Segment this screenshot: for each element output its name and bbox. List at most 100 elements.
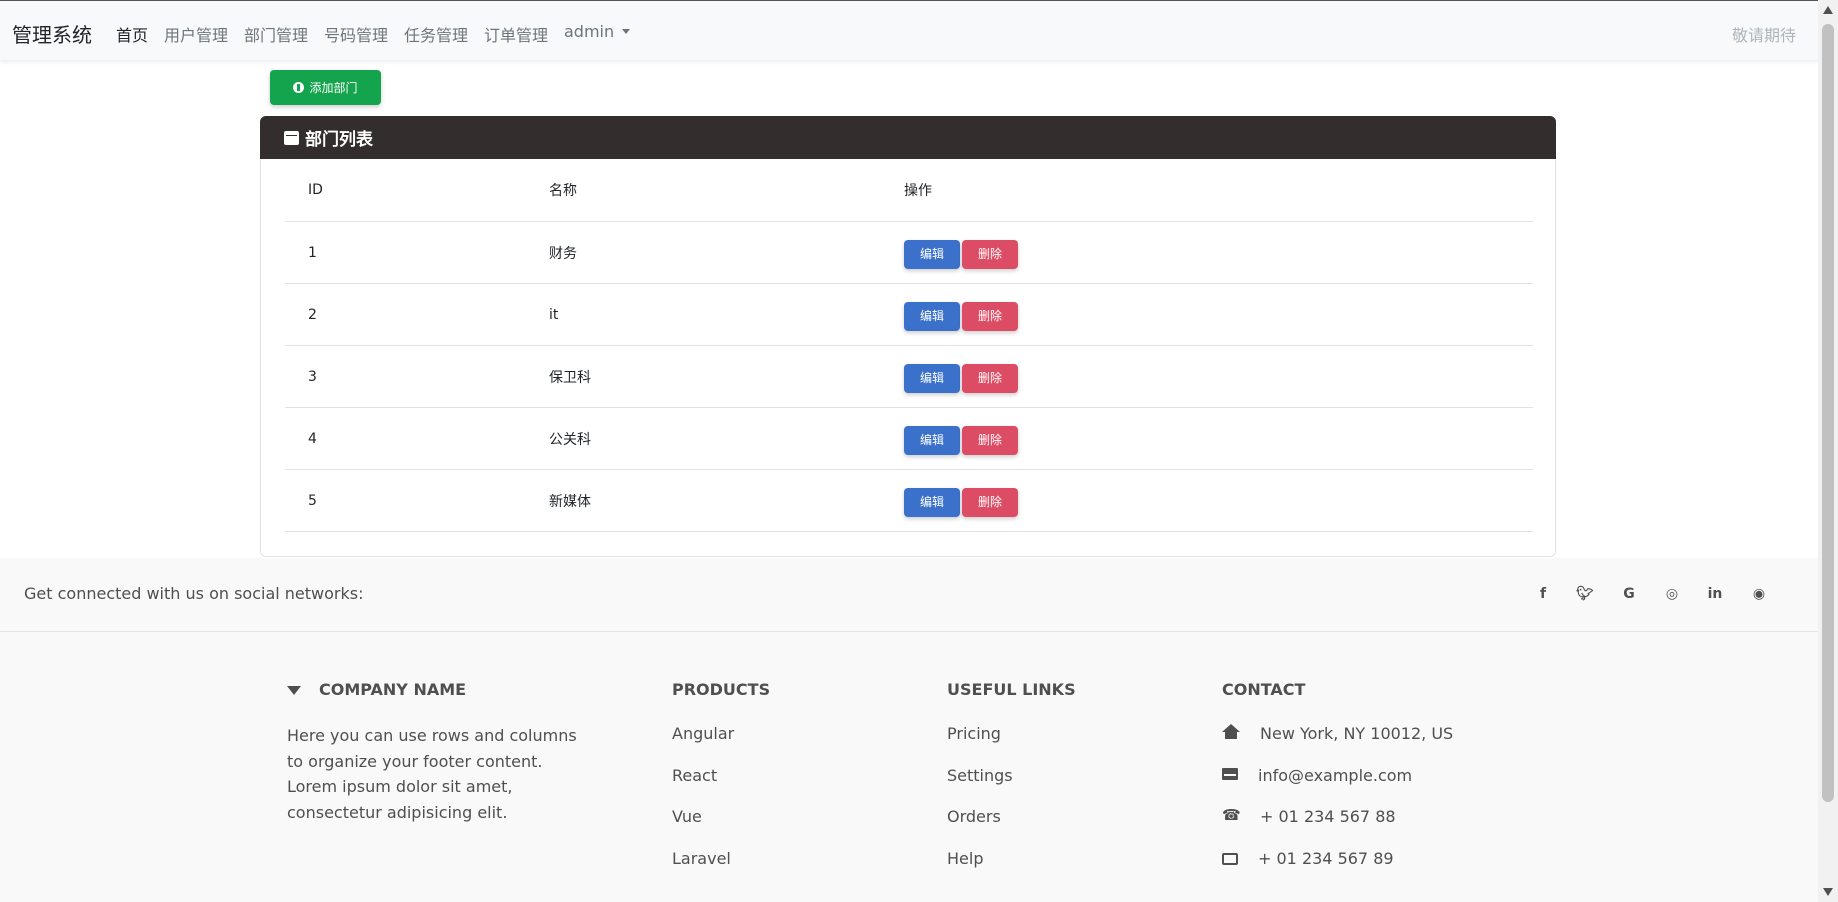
phone-icon: ☎︎ (1222, 806, 1241, 824)
row-name: 新媒体 (526, 469, 881, 532)
table-row: 2 it 编辑 删除 (285, 283, 1533, 346)
row-id: 3 (285, 345, 526, 408)
useful-links-list: Pricing Settings Orders Help (947, 724, 1076, 890)
nav-item-admin-dropdown[interactable]: admin (564, 22, 631, 41)
card-header: 部门列表 (260, 116, 1556, 159)
row-actions: 编辑 删除 (881, 345, 1533, 408)
twitter-icon[interactable]: 🐦︎ (1576, 585, 1594, 603)
column-header-id: ID (285, 159, 526, 222)
contact-phone: ☎︎ + 01 234 567 88 (1222, 807, 1453, 849)
column-header-actions: 操作 (881, 159, 1533, 222)
footer-link-pricing[interactable]: Pricing (947, 724, 1076, 766)
add-department-label: 添加部门 (309, 81, 358, 95)
row-name: 财务 (526, 221, 881, 284)
contact-address: New York, NY 10012, US (1222, 724, 1453, 766)
calendar-icon (284, 130, 299, 145)
products-links: Angular React Vue Laravel (672, 724, 770, 890)
delete-button[interactable]: 删除 (962, 302, 1018, 331)
brand-title[interactable]: 管理系统 (12, 19, 92, 48)
row-id: 4 (285, 407, 526, 470)
edit-button[interactable]: 编辑 (904, 364, 960, 393)
footer-link-help[interactable]: Help (947, 849, 1076, 891)
chevron-down-icon (622, 29, 631, 34)
edit-button[interactable]: 编辑 (904, 426, 960, 455)
contact-address-text: New York, NY 10012, US (1260, 724, 1454, 743)
facebook-icon[interactable]: f (1534, 585, 1552, 603)
scroll-down-arrow-icon[interactable] (1823, 888, 1833, 896)
print-icon (1222, 852, 1238, 865)
delete-button[interactable]: 删除 (962, 488, 1018, 517)
social-text: Get connected with us on social networks… (24, 584, 364, 603)
row-id: 1 (285, 221, 526, 284)
column-header-name: 名称 (526, 159, 881, 222)
info-circle-icon (293, 82, 305, 93)
footer-useful-links-column: Useful links Pricing Settings Orders Hel… (947, 680, 1076, 890)
table-row: 3 保卫科 编辑 删除 (285, 345, 1533, 408)
add-department-button[interactable]: 添加部门 (270, 70, 381, 105)
top-navbar: 管理系统 首页 用户管理 部门管理 号码管理 任务管理 订单管理 admin 敬… (0, 0, 1818, 60)
github-icon[interactable]: ◉ (1750, 585, 1768, 603)
row-id: 2 (285, 283, 526, 346)
page-footer: Get connected with us on social networks… (0, 558, 1818, 902)
nav-coming-soon[interactable]: 敬请期待 (1732, 22, 1796, 46)
row-actions: 编辑 删除 (881, 221, 1533, 284)
delete-button[interactable]: 删除 (962, 426, 1018, 455)
footer-link-angular[interactable]: Angular (672, 724, 770, 766)
admin-label: admin (564, 22, 615, 41)
useful-links-heading: Useful links (947, 680, 1076, 699)
nav-item-tasks[interactable]: 任务管理 (404, 22, 468, 46)
page-scrollbar[interactable] (1818, 0, 1838, 902)
footer-link-laravel[interactable]: Laravel (672, 849, 770, 891)
table-row: 1 财务 编辑 删除 (285, 221, 1533, 284)
footer-company-heading: Company name (287, 680, 587, 699)
contact-heading: Contact (1222, 680, 1306, 699)
card-title: 部门列表 (305, 130, 373, 150)
contact-email-text[interactable]: info@example.com (1258, 766, 1412, 785)
table-header-row: ID 名称 操作 (285, 159, 1533, 222)
department-list-card: 部门列表 ID 名称 操作 1 财务 编辑 删除 2 it 编辑 删除 3 保卫科 (260, 116, 1556, 557)
edit-button[interactable]: 编辑 (904, 302, 960, 331)
scroll-up-arrow-icon[interactable] (1823, 6, 1833, 14)
row-actions: 编辑 删除 (881, 283, 1533, 346)
row-actions: 编辑 删除 (881, 469, 1533, 532)
delete-button[interactable]: 删除 (962, 240, 1018, 269)
nav-item-users[interactable]: 用户管理 (164, 22, 228, 46)
department-table: ID 名称 操作 1 财务 编辑 删除 2 it 编辑 删除 3 保卫科 编辑 删除 (285, 159, 1533, 532)
footer-link-settings[interactable]: Settings (947, 766, 1076, 808)
nav-item-numbers[interactable]: 号码管理 (324, 22, 388, 46)
delete-button[interactable]: 删除 (962, 364, 1018, 393)
instagram-icon[interactable]: ◎ (1663, 585, 1681, 603)
edit-button[interactable]: 编辑 (904, 488, 960, 517)
row-id: 5 (285, 469, 526, 532)
linkedin-icon[interactable]: in (1706, 585, 1724, 603)
footer-company-column: Company name Here you can use rows and c… (287, 680, 587, 825)
home-icon (1222, 724, 1240, 740)
edit-button[interactable]: 编辑 (904, 240, 960, 269)
contact-fax-text: + 01 234 567 89 (1258, 848, 1394, 868)
contact-fax: + 01 234 567 89 (1222, 849, 1453, 891)
contact-phone-text: + 01 234 567 88 (1260, 807, 1396, 826)
contact-list: New York, NY 10012, US info@example.com … (1222, 724, 1453, 890)
row-name: 公关科 (526, 407, 881, 470)
contact-email: info@example.com (1222, 766, 1453, 808)
company-description: Here you can use rows and columns to org… (287, 726, 577, 822)
nav-item-departments[interactable]: 部门管理 (244, 22, 308, 46)
footer-link-orders[interactable]: Orders (947, 807, 1076, 849)
table-row: 4 公关科 编辑 删除 (285, 407, 1533, 470)
row-name: it (526, 283, 881, 346)
products-heading: Products (672, 680, 771, 699)
nav-item-orders[interactable]: 订单管理 (484, 22, 548, 46)
envelope-icon (1222, 767, 1238, 780)
company-title: Company name (319, 680, 467, 699)
nav-item-home[interactable]: 首页 (116, 22, 148, 46)
row-name: 保卫科 (526, 345, 881, 408)
footer-link-vue[interactable]: Vue (672, 807, 770, 849)
google-icon[interactable]: G (1620, 585, 1638, 603)
gem-icon (287, 686, 301, 695)
footer-products-column: Products Angular React Vue Laravel (672, 680, 770, 890)
footer-link-react[interactable]: React (672, 766, 770, 808)
row-actions: 编辑 删除 (881, 407, 1533, 470)
footer-contact-column: Contact New York, NY 10012, US info@exam… (1222, 680, 1453, 890)
social-bar: Get connected with us on social networks… (0, 558, 1818, 632)
scrollbar-thumb[interactable] (1822, 24, 1834, 802)
